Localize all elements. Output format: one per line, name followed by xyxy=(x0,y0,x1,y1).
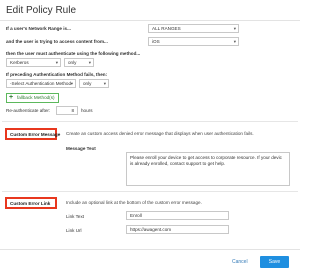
link-url-input[interactable]: https://awagent.com xyxy=(126,225,229,234)
auth-method-value: Kerberos xyxy=(10,60,29,65)
auth-qualifier-select[interactable]: only ▾ xyxy=(64,58,94,67)
add-fallback-method-button[interactable]: + fallback Method(s) xyxy=(6,93,59,103)
title-divider xyxy=(0,20,300,21)
message-text-textarea[interactable]: Please enroll your device to get access … xyxy=(126,152,290,186)
network-range-select[interactable]: ALL RANGES ▾ xyxy=(148,24,239,33)
footer-divider xyxy=(0,249,300,250)
fallback-label: If preceding Authentication Method fails… xyxy=(6,72,108,77)
custom-error-link-label: Custom Error Link xyxy=(10,201,51,206)
application-value: iOS xyxy=(152,39,160,44)
network-range-label: If a user's Network Range is... xyxy=(6,26,71,31)
save-button[interactable]: Save xyxy=(260,256,289,268)
plus-icon: + xyxy=(9,94,14,101)
application-label: and the user is trying to access content… xyxy=(6,39,108,44)
link-url-label: Link Url xyxy=(66,228,82,233)
reauth-hours-input[interactable]: 8 xyxy=(56,106,78,115)
link-text-label: Link Text xyxy=(66,214,85,219)
auth-method-label: then the user must authenticate using th… xyxy=(6,51,141,56)
cancel-button[interactable]: Cancel xyxy=(232,259,248,265)
chevron-down-icon: ▾ xyxy=(233,39,236,44)
chevron-down-icon: ▾ xyxy=(103,81,106,86)
reauth-label: Re-authenticate after: xyxy=(6,108,51,113)
fallback-method-value: -Select Authentication Method- xyxy=(10,81,73,86)
link-text-input[interactable]: Enroll xyxy=(126,211,229,220)
custom-error-message-description: Create an custom access denied error mes… xyxy=(66,131,254,136)
custom-error-message-highlight: Custom Error Message xyxy=(5,128,61,140)
fallback-qualifier-select[interactable]: only ▾ xyxy=(79,79,109,88)
chevron-down-icon: ▾ xyxy=(88,60,91,65)
chevron-down-icon: ▾ xyxy=(55,60,58,65)
edit-policy-rule-dialog: Edit Policy Rule If a user's Network Ran… xyxy=(0,0,300,274)
section-divider xyxy=(2,121,298,122)
application-select[interactable]: iOS ▾ xyxy=(148,37,239,46)
network-range-value: ALL RANGES xyxy=(152,26,181,31)
reauth-unit-label: hours xyxy=(81,108,93,113)
message-text-label: Message Text xyxy=(66,146,96,151)
custom-error-message-label: Custom Error Message xyxy=(10,132,61,137)
fallback-qualifier-value: only xyxy=(83,81,92,86)
custom-error-link-description: Include an optional link at the bottom o… xyxy=(66,200,202,205)
auth-method-select[interactable]: Kerberos ▾ xyxy=(6,58,61,67)
section-divider xyxy=(2,191,298,192)
chevron-down-icon: ▾ xyxy=(70,81,73,86)
custom-error-link-highlight: Custom Error Link xyxy=(5,197,57,209)
add-fallback-method-label: fallback Method(s) xyxy=(17,95,55,100)
chevron-down-icon: ▾ xyxy=(233,26,236,31)
fallback-method-select[interactable]: -Select Authentication Method- ▾ xyxy=(6,79,76,88)
auth-qualifier-value: only xyxy=(68,60,77,65)
dialog-title: Edit Policy Rule xyxy=(6,5,77,16)
